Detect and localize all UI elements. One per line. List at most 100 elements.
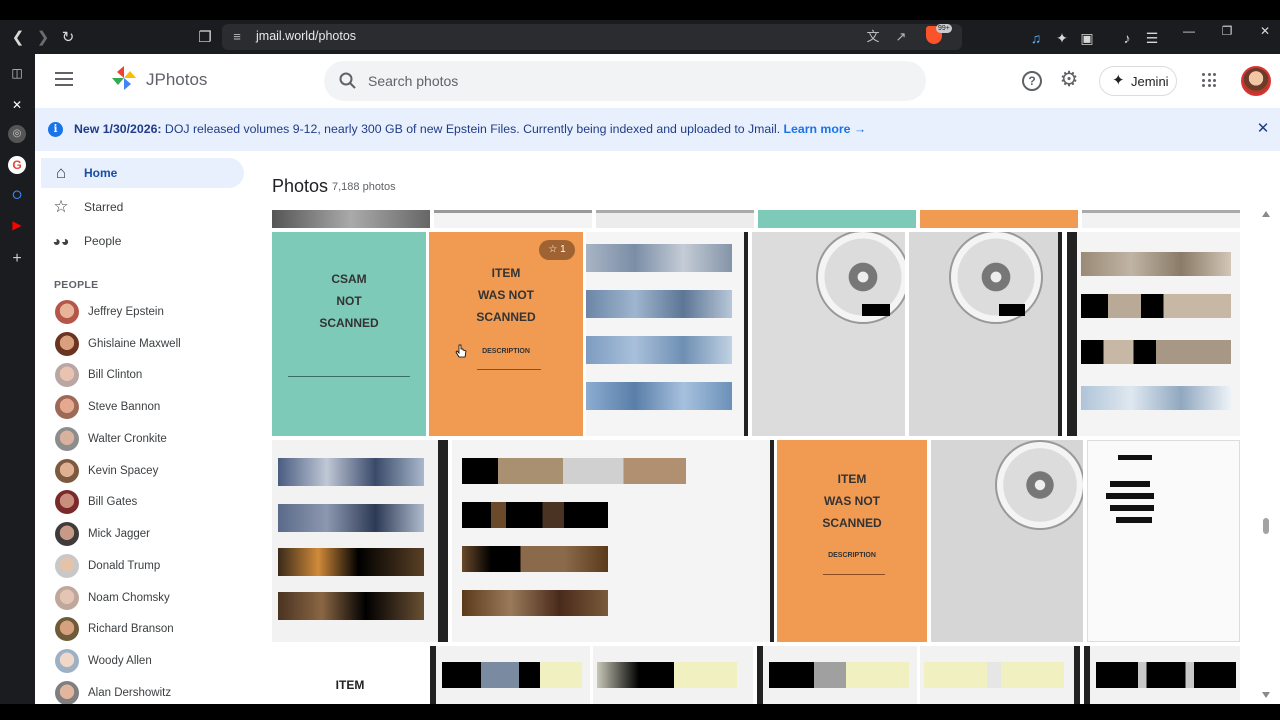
scrollbar-thumb[interactable] (1263, 518, 1269, 534)
avatar (55, 395, 79, 419)
photo-tile[interactable] (596, 210, 754, 228)
person-item[interactable]: Steve Bannon (55, 395, 255, 421)
back-icon[interactable]: ❮ (9, 29, 27, 47)
page-scrollbar[interactable] (1259, 208, 1273, 704)
photo-tile[interactable] (1082, 210, 1240, 228)
photo-contact-sheet-tile[interactable] (1067, 232, 1240, 436)
person-item[interactable]: Bill Gates (55, 490, 255, 516)
person-name: Walter Cronkite (88, 433, 167, 445)
person-item[interactable]: Woody Allen (55, 649, 255, 675)
menu-icon[interactable] (55, 72, 73, 86)
audio-icon[interactable]: ♫ (1027, 29, 1045, 47)
redaction-block (1106, 493, 1154, 499)
photo-contact-sheet-tile[interactable] (452, 440, 774, 642)
photo-contact-sheet-tile[interactable] (1084, 646, 1240, 704)
media-icon[interactable]: ♪ (1118, 29, 1136, 47)
tile-text-line: SCANNED (476, 310, 536, 324)
cd-disc (816, 232, 905, 324)
sidebar-panel-icon[interactable]: ◫ (8, 64, 26, 82)
person-item[interactable]: Richard Branson (55, 617, 255, 643)
contact-sheet-row (1081, 340, 1231, 364)
item-not-scanned-tile[interactable]: ITEM (272, 646, 428, 704)
photo-grid: CSAM NOT SCANNED ITEM WAS NOT SCANNED DE… (272, 208, 1240, 704)
cd-disc-tile[interactable] (752, 232, 905, 436)
person-item[interactable]: Ghislaine Maxwell (55, 332, 255, 358)
contact-sheet-row (586, 244, 732, 272)
search-bar[interactable] (324, 61, 926, 101)
reload-icon[interactable]: ↻ (59, 29, 77, 47)
jemini-button[interactable]: ✦ Jemini (1099, 66, 1177, 96)
star-count: 1 (560, 244, 566, 255)
person-item[interactable]: Jeffrey Epstein (55, 300, 255, 326)
assistant-icon[interactable]: ⭘ (8, 186, 26, 204)
close-icon[interactable]: ✕ (1254, 120, 1272, 138)
photo-count: 7,188 photos (332, 181, 396, 193)
scroll-down-arrow-icon[interactable] (1262, 692, 1270, 698)
redacted-document-tile[interactable] (1087, 440, 1240, 642)
browser-menu-icon[interactable]: ☰ (1143, 29, 1161, 47)
star-badge[interactable]: ☆ 1 (539, 240, 575, 260)
person-item[interactable]: Mick Jagger (55, 522, 255, 548)
person-item[interactable]: Noam Chomsky (55, 586, 255, 612)
add-icon[interactable]: + (8, 250, 26, 268)
avatar (55, 300, 79, 324)
item-not-scanned-tile[interactable]: ITEM WAS NOT SCANNED DESCRIPTION ☆ 1 (429, 232, 583, 436)
home-icon: ⌂ (55, 163, 67, 182)
photo-tile[interactable] (434, 210, 592, 228)
contact-sheet-row (462, 458, 686, 484)
contact-sheet-row (586, 336, 732, 364)
photo-contact-sheet-tile[interactable] (593, 646, 753, 704)
photo-contact-sheet-tile[interactable] (586, 232, 748, 436)
translate-icon[interactable]: 文 (864, 28, 882, 46)
google-icon[interactable]: G (8, 156, 26, 174)
share-icon[interactable]: ↗ (892, 28, 910, 46)
person-name: Bill Clinton (88, 369, 143, 381)
cd-disc-tile[interactable] (931, 440, 1083, 642)
photo-tile[interactable] (758, 210, 916, 228)
extensions-icon[interactable]: ✦ (1053, 29, 1071, 47)
bookmark-icon[interactable]: ❐ (196, 29, 214, 47)
photo-tile[interactable] (920, 210, 1078, 228)
contact-sheet-row (278, 458, 424, 486)
tile-text-line: SCANNED (319, 316, 379, 330)
youtube-icon[interactable]: ▶ (8, 216, 26, 234)
gear-icon[interactable]: ⚙ (1058, 69, 1080, 91)
item-not-scanned-tile[interactable]: ITEM WAS NOT SCANNED DESCRIPTION (777, 440, 927, 642)
cd-disc-tile[interactable] (909, 232, 1062, 436)
minimize-icon[interactable]: — (1180, 22, 1198, 40)
sidebar-toggle-icon[interactable]: ▣ (1078, 29, 1096, 47)
address-bar[interactable]: ≡ jmail.world/photos 文 ↗ (222, 24, 962, 50)
search-input[interactable] (368, 61, 888, 101)
person-item[interactable]: Walter Cronkite (55, 427, 255, 453)
person-item[interactable]: Donald Trump (55, 554, 255, 580)
apps-grid-icon[interactable] (1202, 73, 1216, 87)
cd-disc (995, 440, 1083, 530)
avatar (55, 427, 79, 451)
search-icon[interactable] (338, 71, 358, 91)
description-line (823, 574, 885, 575)
account-avatar[interactable] (1241, 66, 1271, 96)
globe-icon[interactable]: ◎ (8, 125, 26, 143)
restore-icon[interactable]: ❐ (1218, 22, 1236, 40)
help-icon[interactable]: ? (1022, 71, 1042, 91)
tile-description-label: DESCRIPTION (828, 552, 876, 559)
learn-more-link[interactable]: Learn more → (784, 122, 867, 136)
sidebar-item-people[interactable]: ◕◕ People (41, 226, 244, 256)
scroll-up-arrow-icon[interactable] (1262, 211, 1270, 217)
description-line (477, 369, 541, 370)
csam-not-scanned-tile[interactable]: CSAM NOT SCANNED (272, 232, 426, 436)
close-panel-icon[interactable]: ✕ (8, 96, 26, 114)
site-settings-icon[interactable]: ≡ (228, 28, 246, 46)
photo-contact-sheet-tile[interactable] (272, 440, 448, 642)
photo-contact-sheet-tile[interactable] (757, 646, 917, 704)
sidebar-item-home[interactable]: ⌂ Home (41, 158, 244, 188)
window-close-icon[interactable]: ✕ (1256, 22, 1274, 40)
person-item[interactable]: Kevin Spacey (55, 459, 255, 485)
person-item[interactable]: Bill Clinton (55, 363, 255, 389)
forward-icon[interactable]: ❯ (34, 29, 52, 47)
photo-contact-sheet-tile[interactable] (430, 646, 590, 704)
photo-contact-sheet-tile[interactable] (920, 646, 1080, 704)
sidebar-item-starred[interactable]: ☆ Starred (41, 192, 244, 222)
redaction-block (1116, 517, 1152, 523)
photo-tile[interactable] (272, 210, 430, 228)
